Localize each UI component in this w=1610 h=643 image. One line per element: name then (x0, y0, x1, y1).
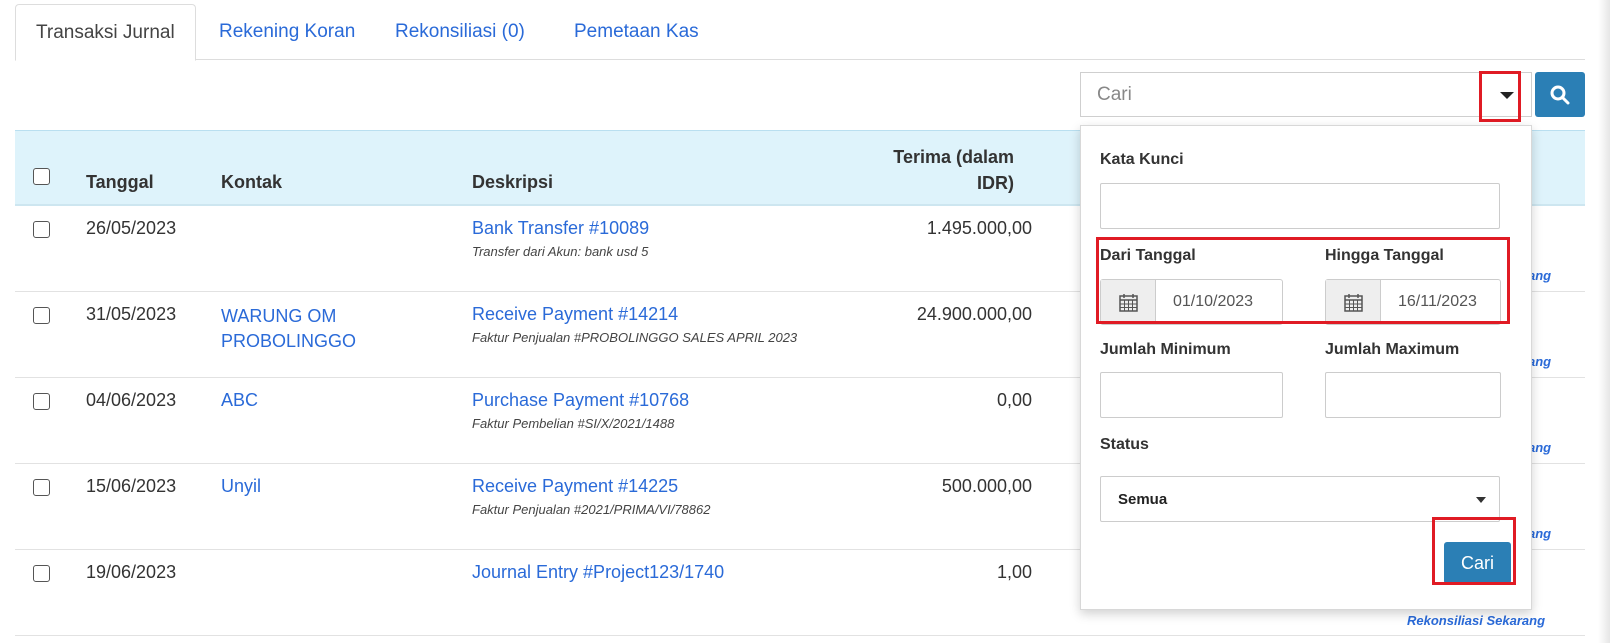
status-value: Semua (1118, 491, 1168, 508)
row-description-link[interactable]: Purchase Payment #10768 (472, 390, 689, 411)
row-checkbox[interactable] (33, 393, 50, 410)
reconcile-link[interactable]: Rekonsiliasi Sekarang (1407, 613, 1545, 628)
row-checkbox[interactable] (33, 565, 50, 582)
header-kontak: Kontak (221, 172, 283, 192)
row-subdescription: Transfer dari Akun: bank usd 5 (472, 244, 649, 259)
row-amount: 0,00 (996, 390, 1032, 410)
row-subdescription: Faktur Penjualan #PROBOLINGGO SALES APRI… (472, 330, 798, 345)
tab-pemetaan-kas[interactable]: Pemetaan Kas (554, 4, 719, 60)
row-contact-link[interactable]: WARUNG OM PROBOLINGGO (221, 304, 356, 354)
row-date: 15/06/2023 (86, 476, 177, 496)
min-amount-field[interactable] (1100, 372, 1283, 418)
row-amount: 1,00 (996, 562, 1032, 582)
chevron-down-icon (1476, 497, 1486, 503)
header-tanggal: Tanggal (86, 172, 154, 192)
row-description-link[interactable]: Journal Entry #Project123/1740 (472, 562, 724, 583)
search-box (1080, 72, 1532, 117)
row-date: 31/05/2023 (86, 304, 177, 324)
row-description-link[interactable]: Bank Transfer #10089 (472, 218, 649, 239)
row-date: 19/06/2023 (86, 562, 177, 582)
contact-line1: WARUNG OM (221, 306, 337, 326)
row-checkbox[interactable] (33, 479, 50, 496)
row-description-link[interactable]: Receive Payment #14214 (472, 304, 678, 325)
header-deskripsi: Deskripsi (472, 172, 554, 192)
keyword-label: Kata Kunci (1100, 151, 1184, 168)
min-amount-label: Jumlah Minimum (1100, 341, 1231, 358)
row-amount: 500.000,00 (941, 476, 1032, 496)
row-description-link[interactable]: Receive Payment #14225 (472, 476, 678, 497)
highlight-box (1432, 517, 1516, 585)
keyword-field[interactable] (1100, 183, 1500, 229)
search-icon (1550, 85, 1570, 105)
row-date: 04/06/2023 (86, 390, 177, 410)
highlight-box (1096, 237, 1510, 324)
tab-bar: Transaksi Jurnal Rekening Koran Rekonsil… (15, 4, 1585, 61)
row-date: 26/05/2023 (86, 218, 177, 238)
row-amount: 24.900.000,00 (916, 304, 1032, 324)
keyword-input[interactable] (1101, 184, 1499, 228)
filter-panel: Kata Kunci Dari Tanggal 01/10/2023 Hingg… (1080, 125, 1532, 610)
max-amount-field[interactable] (1325, 372, 1501, 418)
row-checkbox[interactable] (33, 307, 50, 324)
row-contact-link[interactable]: ABC (221, 390, 258, 411)
header-terima: Terima (dalam IDR) (893, 147, 1014, 194)
tab-rekening-koran[interactable]: Rekening Koran (199, 4, 375, 60)
highlight-box (1479, 71, 1521, 122)
row-subdescription: Faktur Penjualan #2021/PRIMA/VI/78862 (472, 502, 711, 517)
contact-line2: PROBOLINGGO (221, 331, 357, 351)
search-input[interactable] (1081, 73, 1481, 116)
status-select[interactable]: Semua (1100, 476, 1500, 522)
row-amount: 1.495.000,00 (926, 218, 1032, 238)
tab-transaksi-jurnal[interactable]: Transaksi Jurnal (15, 4, 196, 61)
select-all-checkbox[interactable] (33, 168, 50, 185)
row-checkbox[interactable] (33, 221, 50, 238)
header-terima-line2: IDR) (977, 173, 1014, 193)
min-amount-input[interactable] (1101, 373, 1282, 417)
max-amount-label: Jumlah Maximum (1325, 341, 1460, 358)
status-label: Status (1100, 436, 1149, 453)
header-terima-line1: Terima (dalam (893, 147, 1014, 167)
row-subdescription: Faktur Pembelian #SI/X/2021/1488 (472, 416, 675, 431)
tab-rekonsiliasi[interactable]: Rekonsiliasi (0) (375, 4, 545, 60)
scrollbar-edge (1598, 0, 1610, 643)
max-amount-input[interactable] (1326, 373, 1500, 417)
search-button[interactable] (1535, 72, 1585, 117)
row-contact-link[interactable]: Unyil (221, 476, 261, 497)
